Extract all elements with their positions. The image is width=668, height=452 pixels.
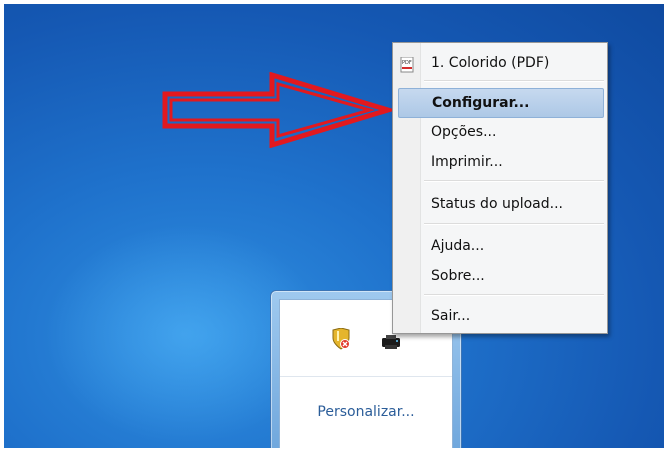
menu-item-status-upload[interactable]: Status do upload... [424, 191, 604, 217]
shield-icon[interactable] [332, 328, 350, 350]
menu-separator [424, 294, 604, 296]
menu-item-imprimir[interactable]: Imprimir... [424, 149, 604, 175]
red-arrow-icon [162, 72, 392, 148]
menu-item-opcoes[interactable]: Opções... [424, 119, 604, 145]
menu-item-ajuda[interactable]: Ajuda... [424, 233, 604, 259]
svg-text:PDF: PDF [402, 60, 412, 66]
desktop: Personalizar... PDF 1. Colorido (PDF) Co… [4, 4, 664, 448]
printer-icon[interactable] [380, 334, 402, 350]
customize-link[interactable]: Personalizar... [280, 404, 452, 420]
menu-item-configurar[interactable]: Configurar... [398, 88, 604, 118]
context-menu: PDF 1. Colorido (PDF) Configurar... Opçõ… [392, 42, 608, 334]
menu-item-sair[interactable]: Sair... [424, 303, 604, 329]
menu-icon-gutter [393, 43, 421, 333]
menu-item-colorido-pdf[interactable]: 1. Colorido (PDF) [424, 50, 604, 76]
menu-item-sobre[interactable]: Sobre... [424, 263, 604, 289]
pdf-printer-icon: PDF [400, 57, 414, 73]
menu-separator [424, 223, 604, 225]
menu-separator [424, 180, 604, 182]
menu-separator [424, 80, 604, 82]
